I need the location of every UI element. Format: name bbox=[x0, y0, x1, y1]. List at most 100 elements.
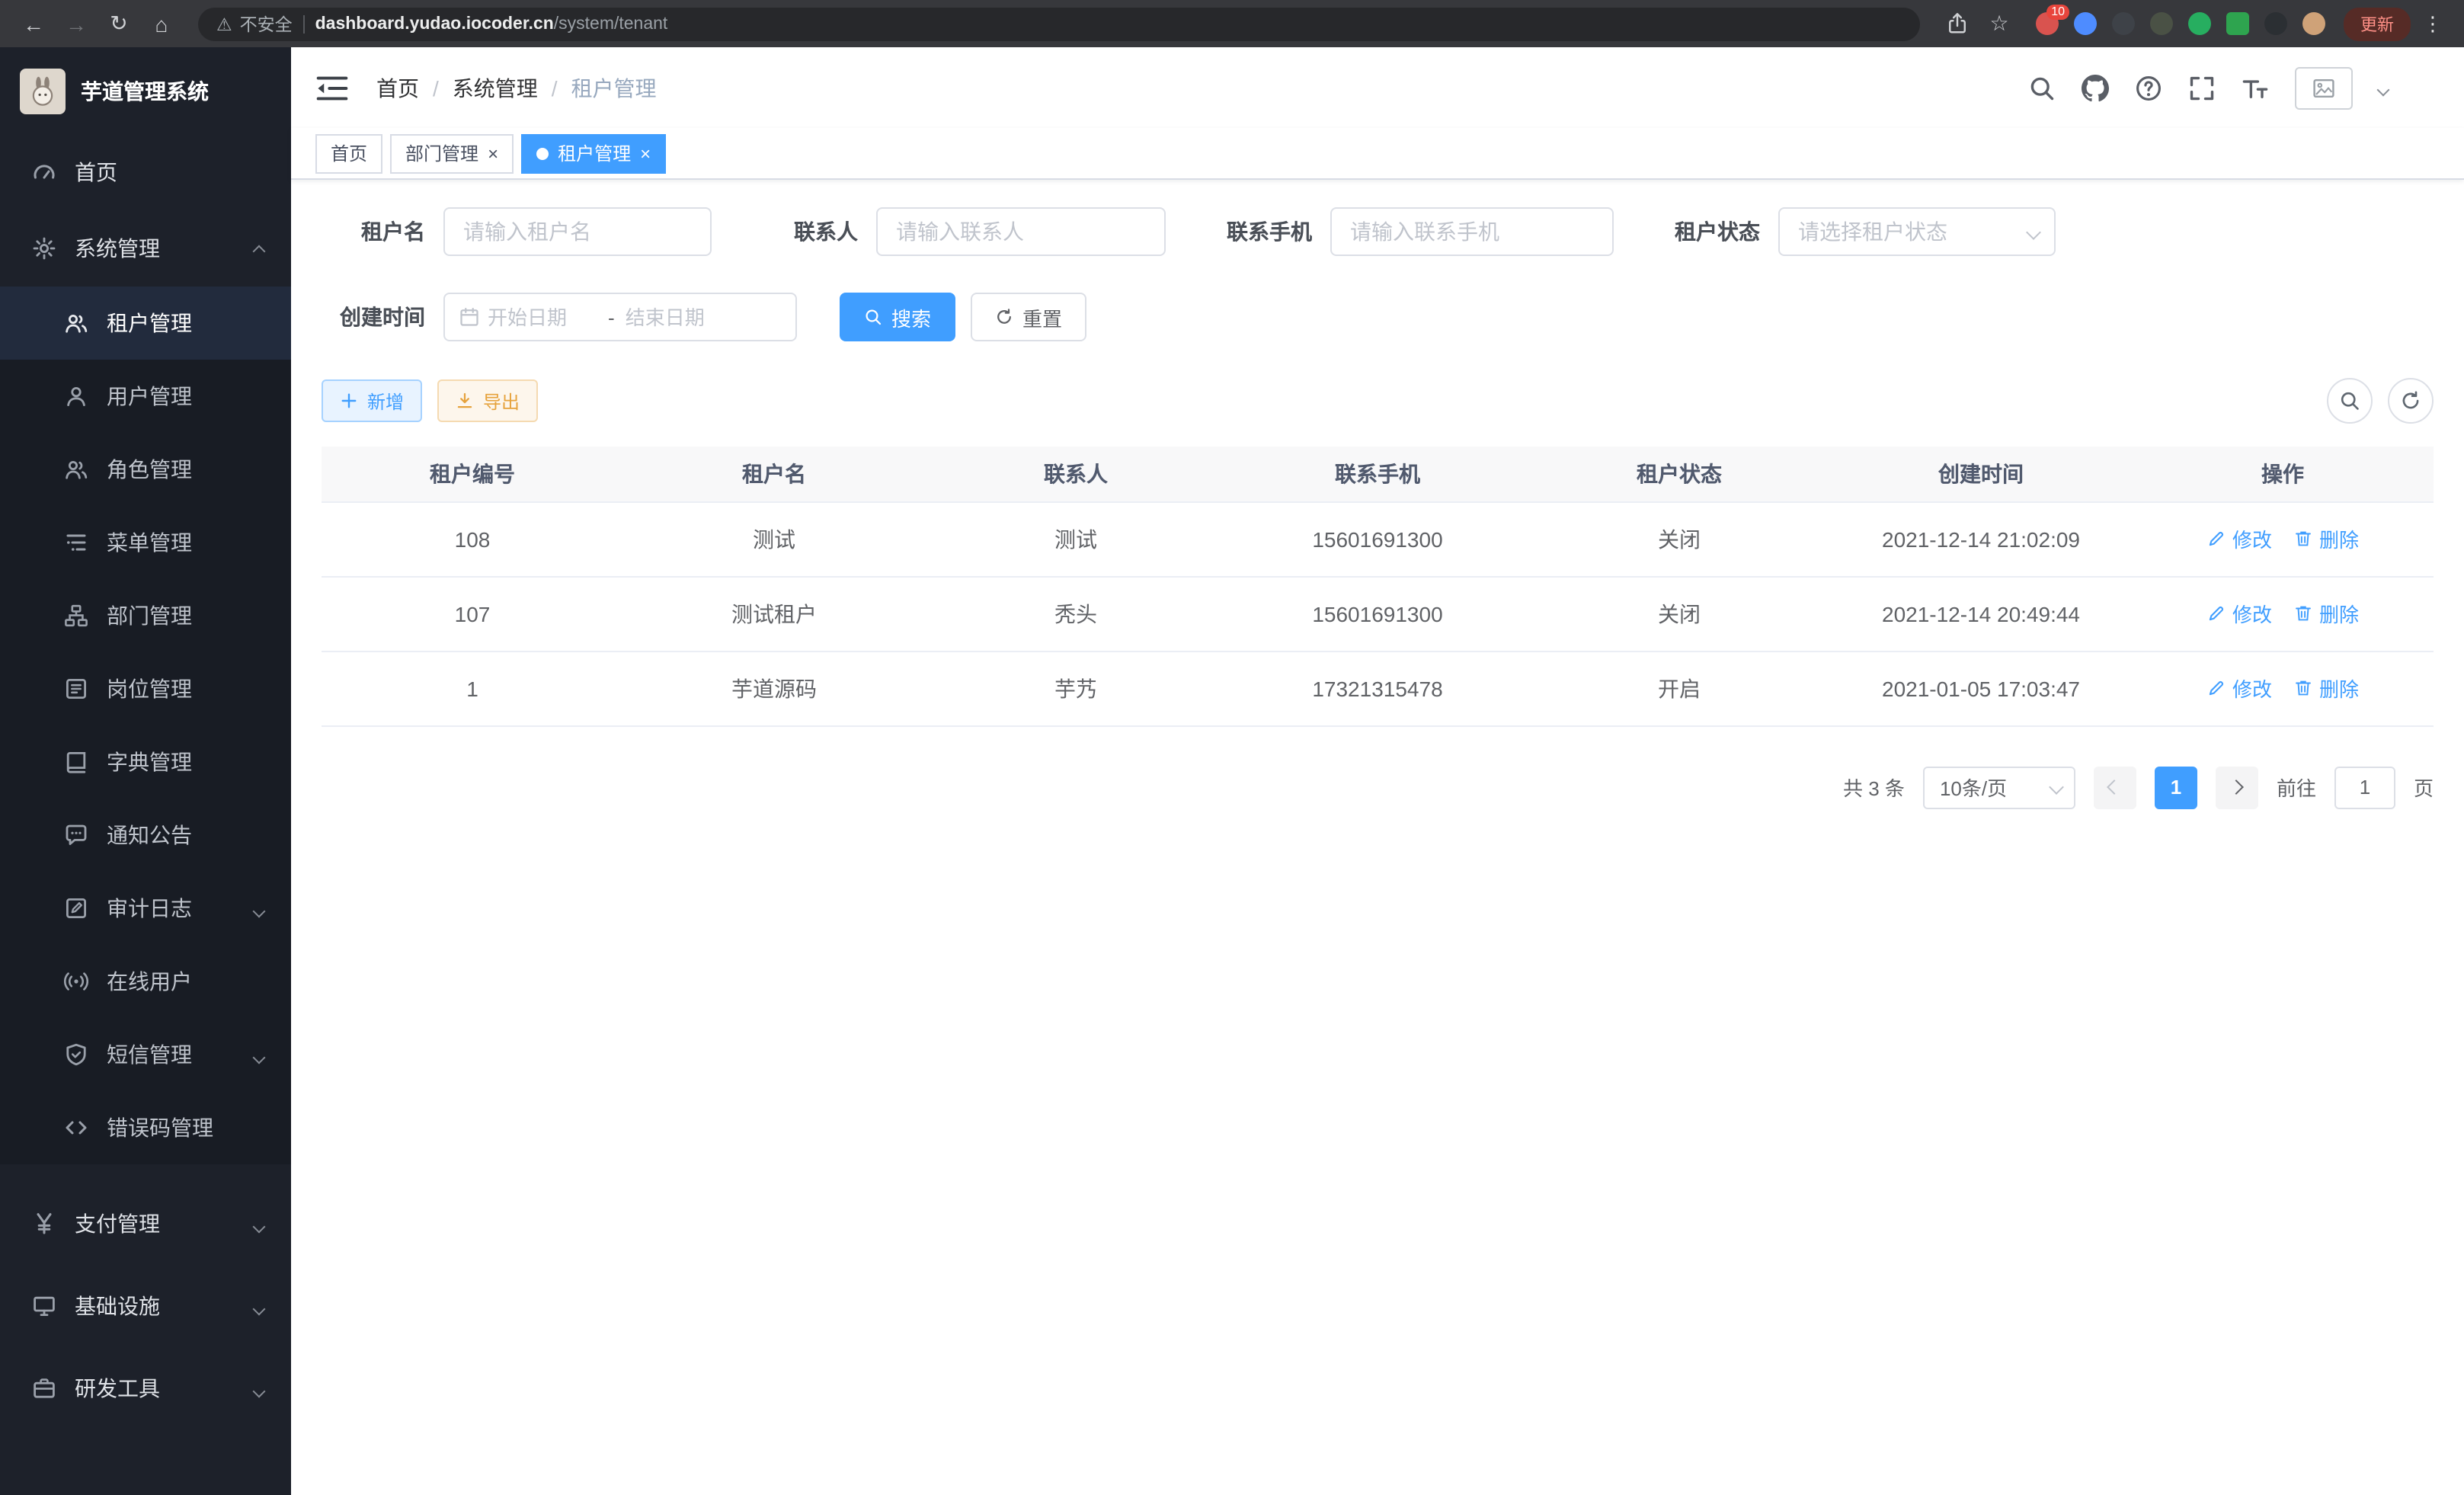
sidebar-item-post-management[interactable]: 岗位管理 bbox=[0, 652, 291, 725]
sidebar-item-payment-management[interactable]: 支付管理 bbox=[0, 1183, 291, 1265]
sidebar-item-audit-log[interactable]: 审计日志 bbox=[0, 872, 291, 945]
add-button[interactable]: 新增 bbox=[322, 379, 422, 422]
next-page-button[interactable] bbox=[2216, 766, 2258, 808]
start-date-input[interactable] bbox=[488, 306, 597, 328]
page-number-button[interactable]: 1 bbox=[2155, 766, 2197, 808]
delete-button[interactable]: 删除 bbox=[2293, 599, 2359, 628]
toggle-search-button[interactable] bbox=[2327, 378, 2373, 424]
extension-icon-1[interactable]: 10 bbox=[2036, 12, 2059, 35]
sidebar-item-dept-management[interactable]: 部门管理 bbox=[0, 579, 291, 652]
refresh-table-button[interactable] bbox=[2388, 378, 2434, 424]
close-icon[interactable]: × bbox=[488, 144, 498, 162]
cell-created-at: 2021-01-05 17:03:47 bbox=[1830, 651, 2132, 725]
bookmark-star-icon[interactable]: ☆ bbox=[1981, 5, 2018, 42]
export-button-label: 导出 bbox=[483, 388, 520, 414]
sidebar-item-home[interactable]: 首页 bbox=[0, 134, 291, 210]
chevron-right-icon bbox=[2229, 780, 2245, 795]
export-icon bbox=[456, 392, 474, 410]
browser-update-button[interactable]: 更新 bbox=[2344, 7, 2411, 40]
shield-icon bbox=[64, 1042, 88, 1067]
sidebar-item-system-management[interactable]: 系统管理 bbox=[0, 210, 291, 287]
address-bar[interactable]: ⚠ 不安全 dashboard.yudao.iocoder.cn/system/… bbox=[198, 7, 1920, 40]
sidebar-item-notice[interactable]: 通知公告 bbox=[0, 799, 291, 872]
fullscreen-icon[interactable] bbox=[2188, 74, 2216, 101]
sidebar-item-role-management[interactable]: 角色管理 bbox=[0, 433, 291, 506]
sidebar-item-label: 部门管理 bbox=[107, 600, 291, 631]
reset-button[interactable]: 重置 bbox=[971, 293, 1086, 341]
user-avatar[interactable] bbox=[2295, 66, 2353, 109]
breadcrumb-separator: / bbox=[433, 75, 439, 100]
share-icon[interactable] bbox=[1938, 5, 1975, 42]
sidebar-item-user-management[interactable]: 用户管理 bbox=[0, 360, 291, 433]
sidebar-item-online-users[interactable]: 在线用户 bbox=[0, 945, 291, 1018]
edit-button[interactable]: 修改 bbox=[2206, 524, 2272, 553]
extension-icon-8[interactable] bbox=[2302, 12, 2325, 35]
sidebar-item-menu-management[interactable]: 菜单管理 bbox=[0, 506, 291, 579]
tenant-name-input[interactable] bbox=[443, 207, 712, 256]
browser-chrome: ← → ↻ ⌂ ⚠ 不安全 dashboard.yudao.iocoder.cn… bbox=[0, 0, 2464, 47]
tab-tenant-management[interactable]: 租户管理 × bbox=[521, 133, 666, 173]
extension-icon-3[interactable] bbox=[2112, 12, 2135, 35]
extension-icon-4[interactable] bbox=[2150, 12, 2173, 35]
sidebar-item-label: 角色管理 bbox=[107, 454, 291, 485]
goto-page-input[interactable] bbox=[2334, 766, 2395, 808]
app-logo[interactable]: 芋道管理系统 bbox=[0, 47, 291, 134]
font-size-icon[interactable] bbox=[2242, 74, 2269, 101]
browser-menu-icon[interactable]: ⋮ bbox=[2417, 11, 2449, 36]
avatar-chevron-down-icon[interactable] bbox=[2379, 74, 2388, 101]
delete-button[interactable]: 删除 bbox=[2293, 524, 2359, 553]
search-button[interactable]: 搜索 bbox=[840, 293, 955, 341]
edit-label: 修改 bbox=[2232, 599, 2272, 628]
cell-status: 开启 bbox=[1528, 651, 1830, 725]
extension-icon-2[interactable] bbox=[2074, 12, 2097, 35]
tab-home[interactable]: 首页 bbox=[315, 133, 382, 173]
date-range-picker[interactable]: - bbox=[443, 293, 797, 341]
export-button[interactable]: 导出 bbox=[437, 379, 538, 422]
cell-contact: 测试 bbox=[925, 501, 1227, 576]
table-row: 1 芋道源码 芋艿 17321315478 开启 2021-01-05 17:0… bbox=[322, 651, 2434, 725]
edit-button[interactable]: 修改 bbox=[2206, 674, 2272, 703]
user-icon bbox=[64, 384, 88, 408]
edit-label: 修改 bbox=[2232, 524, 2272, 553]
extension-icon-6[interactable] bbox=[2226, 12, 2249, 35]
breadcrumb-item-system[interactable]: 系统管理 bbox=[453, 72, 538, 103]
extension-icon-5[interactable] bbox=[2188, 12, 2211, 35]
breadcrumb-item-home[interactable]: 首页 bbox=[376, 72, 419, 103]
help-icon[interactable] bbox=[2135, 74, 2162, 101]
sidebar-item-infrastructure[interactable]: 基础设施 bbox=[0, 1265, 291, 1347]
search-icon[interactable] bbox=[2028, 74, 2056, 101]
close-icon[interactable]: × bbox=[640, 144, 651, 162]
sidebar-item-tenant-management[interactable]: 租户管理 bbox=[0, 287, 291, 360]
prev-page-button[interactable] bbox=[2094, 766, 2136, 808]
extension-icon-7[interactable] bbox=[2264, 12, 2287, 35]
edit-button[interactable]: 修改 bbox=[2206, 599, 2272, 628]
delete-button[interactable]: 删除 bbox=[2293, 674, 2359, 703]
collapse-sidebar-icon[interactable] bbox=[315, 71, 349, 104]
navbar: 首页 / 系统管理 / 租户管理 bbox=[291, 47, 2464, 128]
sidebar-item-sms-management[interactable]: 短信管理 bbox=[0, 1018, 291, 1091]
home-icon[interactable]: ⌂ bbox=[143, 5, 180, 42]
sidebar-item-dict-management[interactable]: 字典管理 bbox=[0, 725, 291, 799]
logo-image bbox=[20, 68, 66, 114]
forward-icon[interactable]: → bbox=[58, 5, 94, 42]
cell-phone: 17321315478 bbox=[1227, 651, 1528, 725]
end-date-input[interactable] bbox=[626, 306, 735, 328]
gear-icon bbox=[32, 236, 56, 261]
url-divider bbox=[303, 14, 305, 33]
contact-input[interactable] bbox=[876, 207, 1166, 256]
reload-icon[interactable]: ↻ bbox=[101, 5, 137, 42]
github-icon[interactable] bbox=[2082, 74, 2109, 101]
sidebar-item-errorcode-management[interactable]: 错误码管理 bbox=[0, 1091, 291, 1164]
phone-input[interactable] bbox=[1330, 207, 1614, 256]
search-button-label: 搜索 bbox=[891, 303, 931, 331]
back-icon[interactable]: ← bbox=[15, 5, 52, 42]
tenant-status-select[interactable]: 请选择租户状态 bbox=[1778, 207, 2056, 256]
col-header-tenant-name: 租户名 bbox=[623, 447, 925, 501]
toolbox-icon bbox=[32, 1376, 56, 1401]
sidebar-item-devtools[interactable]: 研发工具 bbox=[0, 1347, 291, 1429]
page-size-select[interactable]: 10条/页 bbox=[1923, 766, 2075, 808]
security-indicator[interactable]: ⚠ 不安全 bbox=[216, 11, 293, 36]
reset-button-label: 重置 bbox=[1022, 303, 1062, 331]
cell-phone: 15601691300 bbox=[1227, 576, 1528, 651]
tab-dept-management[interactable]: 部门管理 × bbox=[390, 133, 514, 173]
